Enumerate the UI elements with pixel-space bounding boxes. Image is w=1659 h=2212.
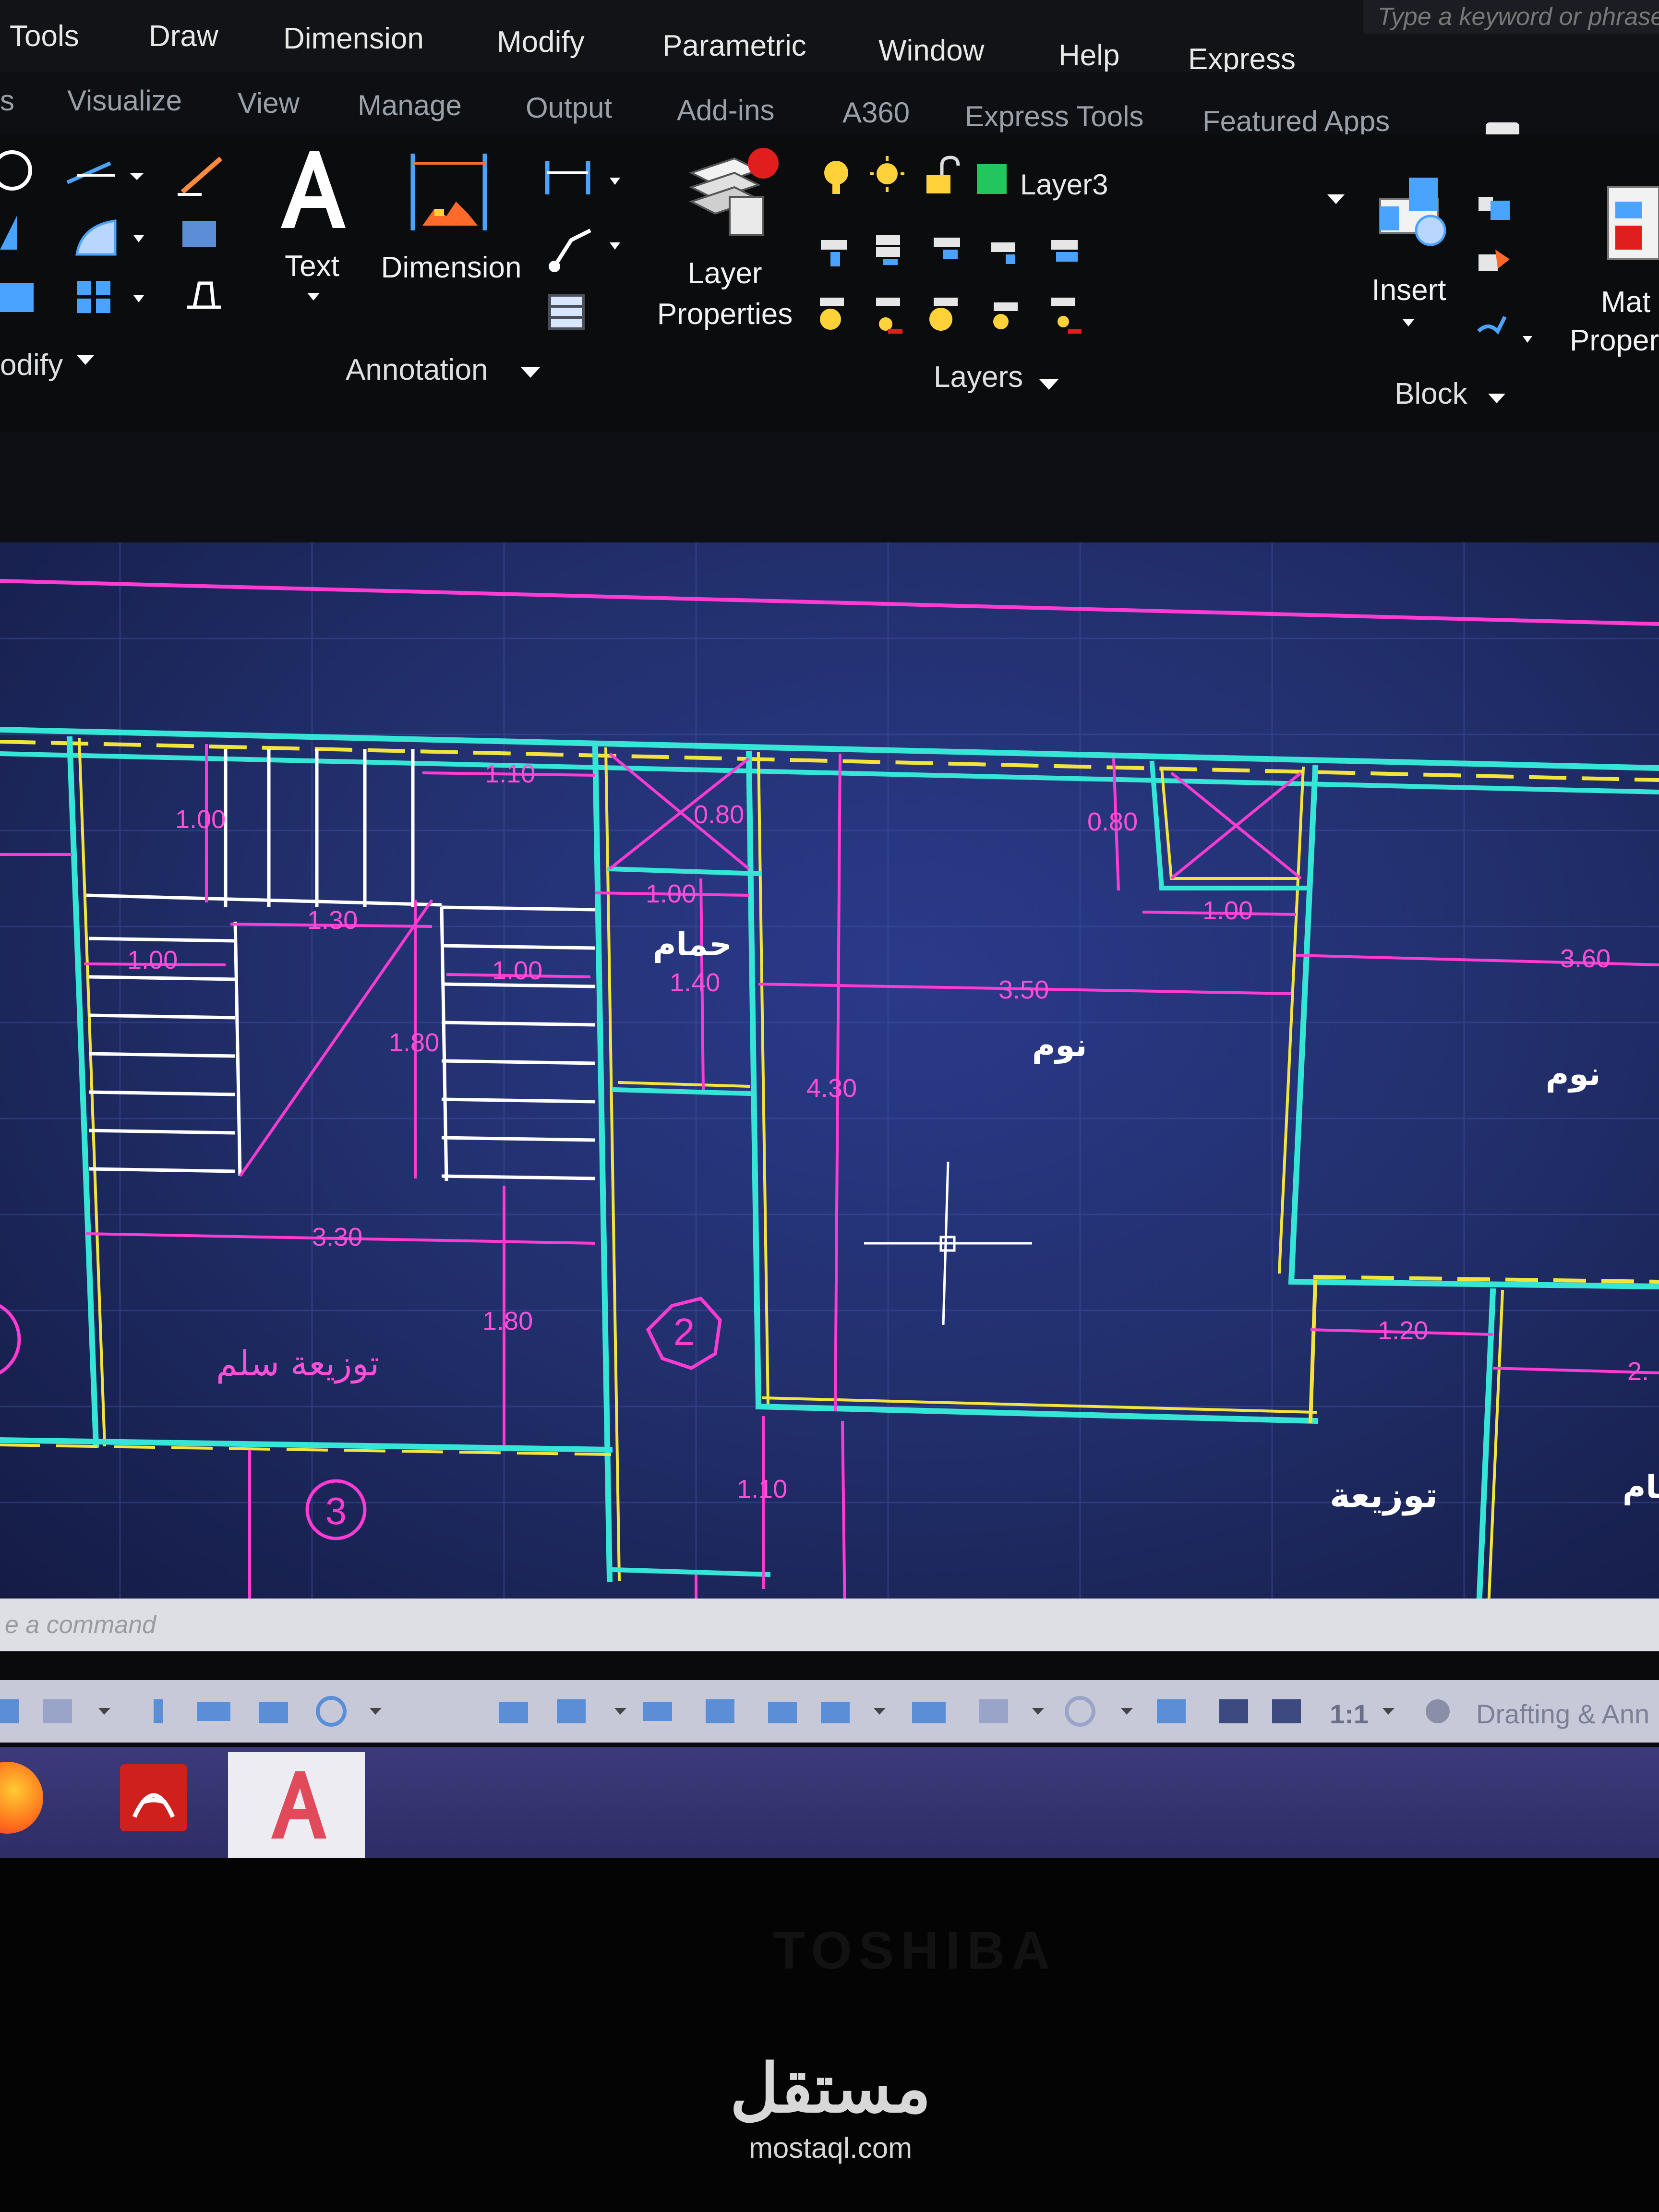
tab-add-ins[interactable]: Add-ins: [677, 94, 774, 127]
crosshair-cursor: [864, 1161, 1032, 1325]
room-labels: حمام نوم نوم توزيعة سلم توزيعة مام: [216, 926, 1659, 1516]
match-properties-icon[interactable]: [1603, 182, 1659, 274]
monitor-screen: Tools Draw Dimension Modify Parametric W…: [0, 0, 1659, 1858]
menu-parametric[interactable]: Parametric: [662, 29, 806, 63]
status-bar-icons[interactable]: [0, 1680, 1659, 1743]
room-label-partial: مام: [1623, 1468, 1659, 1506]
layer-state-icons[interactable]: [816, 154, 1018, 197]
marker-label-2: 2: [673, 1310, 695, 1353]
watermark-url: mostaql.com: [748, 2132, 913, 2164]
current-layer-name[interactable]: Layer3: [1020, 168, 1108, 201]
dim-text: 1.30: [307, 906, 358, 935]
annotation-small-tools[interactable]: [542, 151, 629, 334]
block-small-tools[interactable]: [1469, 187, 1541, 355]
insert-block-icon[interactable]: [1373, 173, 1455, 250]
section-marker-partial: [0, 1304, 21, 1375]
workspace-switcher[interactable]: Drafting & Ann: [1476, 1698, 1649, 1730]
dim-text: 1.10: [485, 759, 535, 788]
insert-tool-label[interactable]: Insert: [1351, 271, 1467, 310]
layer-tools-icons[interactable]: [816, 226, 1114, 346]
menu-window[interactable]: Window: [878, 34, 985, 68]
chevron-down-icon[interactable]: [1039, 379, 1058, 390]
dim-text: 2.: [1627, 1357, 1649, 1386]
dim-text: 1.80: [389, 1028, 439, 1057]
match-properties-label-1[interactable]: Mat: [1601, 283, 1659, 322]
menu-tools[interactable]: Tools: [10, 19, 79, 53]
watermark-logo: مستقل: [730, 2051, 931, 2126]
taskbar: [0, 1747, 1659, 1858]
menu-dimension[interactable]: Dimension: [283, 22, 424, 56]
tab-express-tools[interactable]: Express Tools: [965, 100, 1143, 133]
tab-view[interactable]: View: [238, 86, 300, 120]
dim-text: 0.80: [1087, 807, 1138, 836]
dim-text: 3.50: [998, 975, 1049, 1004]
drawing-canvas[interactable]: 2 3 1.10 1.00 1.30 1.00 1.00 0.80 1.00 1…: [0, 542, 1659, 1618]
insert-dropdown-icon[interactable]: [1403, 319, 1414, 326]
chevron-down-icon[interactable]: [1488, 394, 1505, 403]
dim-text: 3.30: [312, 1223, 362, 1251]
dim-text: 1.10: [737, 1475, 787, 1503]
dim-text: 1.80: [482, 1307, 533, 1335]
floor-plan-drawing[interactable]: 2 3 1.10 1.00 1.30 1.00 1.00 0.80 1.00 1…: [0, 542, 1659, 1618]
annotation-scale[interactable]: 1:1: [1330, 1698, 1369, 1730]
section-line: [0, 579, 1659, 626]
menu-bar: Tools Draw Dimension Modify Parametric W…: [0, 0, 1659, 76]
room-label-bedroom: نوم: [1546, 1056, 1601, 1093]
modify-tools-icons[interactable]: [0, 144, 230, 336]
dim-text: 1.00: [492, 956, 542, 985]
chevron-down-icon[interactable]: [521, 367, 540, 378]
dim-text: 1.00: [175, 805, 226, 834]
dim-text: 1.00: [646, 879, 696, 908]
dim-text: 3.60: [1560, 944, 1611, 973]
dimension-icon[interactable]: [408, 149, 490, 235]
menu-draw[interactable]: Draw: [149, 19, 218, 53]
layer-properties-label-2[interactable]: Properties: [638, 295, 811, 334]
chevron-down-icon[interactable]: [77, 355, 94, 365]
text-dropdown-icon[interactable]: [307, 293, 320, 301]
ribbon-shadow-band: [0, 432, 1659, 542]
annotation-panel-title[interactable]: Annotation: [346, 353, 488, 387]
acrobat-icon[interactable]: [120, 1764, 187, 1831]
dim-text: 4.30: [806, 1074, 857, 1103]
marker-label-3: 3: [325, 1490, 347, 1532]
autocad-taskbar-button[interactable]: [228, 1752, 365, 1858]
command-line-input[interactable]: e a command: [0, 1599, 1659, 1651]
layers-panel-title[interactable]: Layers: [934, 360, 1023, 394]
dim-text: 1.00: [1202, 896, 1253, 925]
layer-dropdown-icon[interactable]: [1327, 194, 1345, 204]
room-label-bath: حمام: [653, 926, 732, 963]
text-tool-label[interactable]: Text: [269, 247, 355, 286]
menu-modify[interactable]: Modify: [497, 25, 585, 59]
block-panel-title[interactable]: Block: [1395, 377, 1467, 411]
tab-manage[interactable]: Manage: [358, 89, 462, 122]
firefox-icon[interactable]: [0, 1762, 43, 1834]
layer-properties-label-1[interactable]: Layer: [638, 254, 811, 293]
modify-panel-title[interactable]: odify: [0, 348, 63, 382]
dim-text: 1.40: [670, 968, 720, 997]
layer-properties-icon[interactable]: [682, 144, 787, 240]
tab-partial[interactable]: s: [0, 84, 14, 117]
monitor-brand: TOSHIBA: [773, 1921, 1057, 1980]
status-bar: 1:1 Drafting & Ann: [0, 1680, 1659, 1743]
tab-a360[interactable]: A360: [842, 96, 910, 129]
tab-featured-apps[interactable]: Featured Apps: [1202, 105, 1390, 138]
dimension-tool-label[interactable]: Dimension: [370, 249, 533, 287]
tab-visualize[interactable]: Visualize: [67, 84, 182, 117]
room-label-bedroom: نوم: [1032, 1027, 1087, 1064]
match-properties-label-2[interactable]: Proper: [1570, 322, 1659, 360]
menu-express[interactable]: Express: [1188, 42, 1296, 76]
menu-help[interactable]: Help: [1058, 38, 1120, 72]
text-icon[interactable]: [276, 146, 348, 233]
search-input[interactable]: Type a keyword or phrase: [1363, 0, 1659, 34]
room-label-stair-hall: توزيعة سلم: [216, 1343, 379, 1384]
dim-text: 1.00: [127, 946, 178, 974]
dim-text: 0.80: [694, 800, 744, 829]
tab-output[interactable]: Output: [526, 91, 612, 124]
dim-text: 1.20: [1378, 1316, 1428, 1345]
room-label-hall: توزيعة: [1330, 1475, 1438, 1516]
